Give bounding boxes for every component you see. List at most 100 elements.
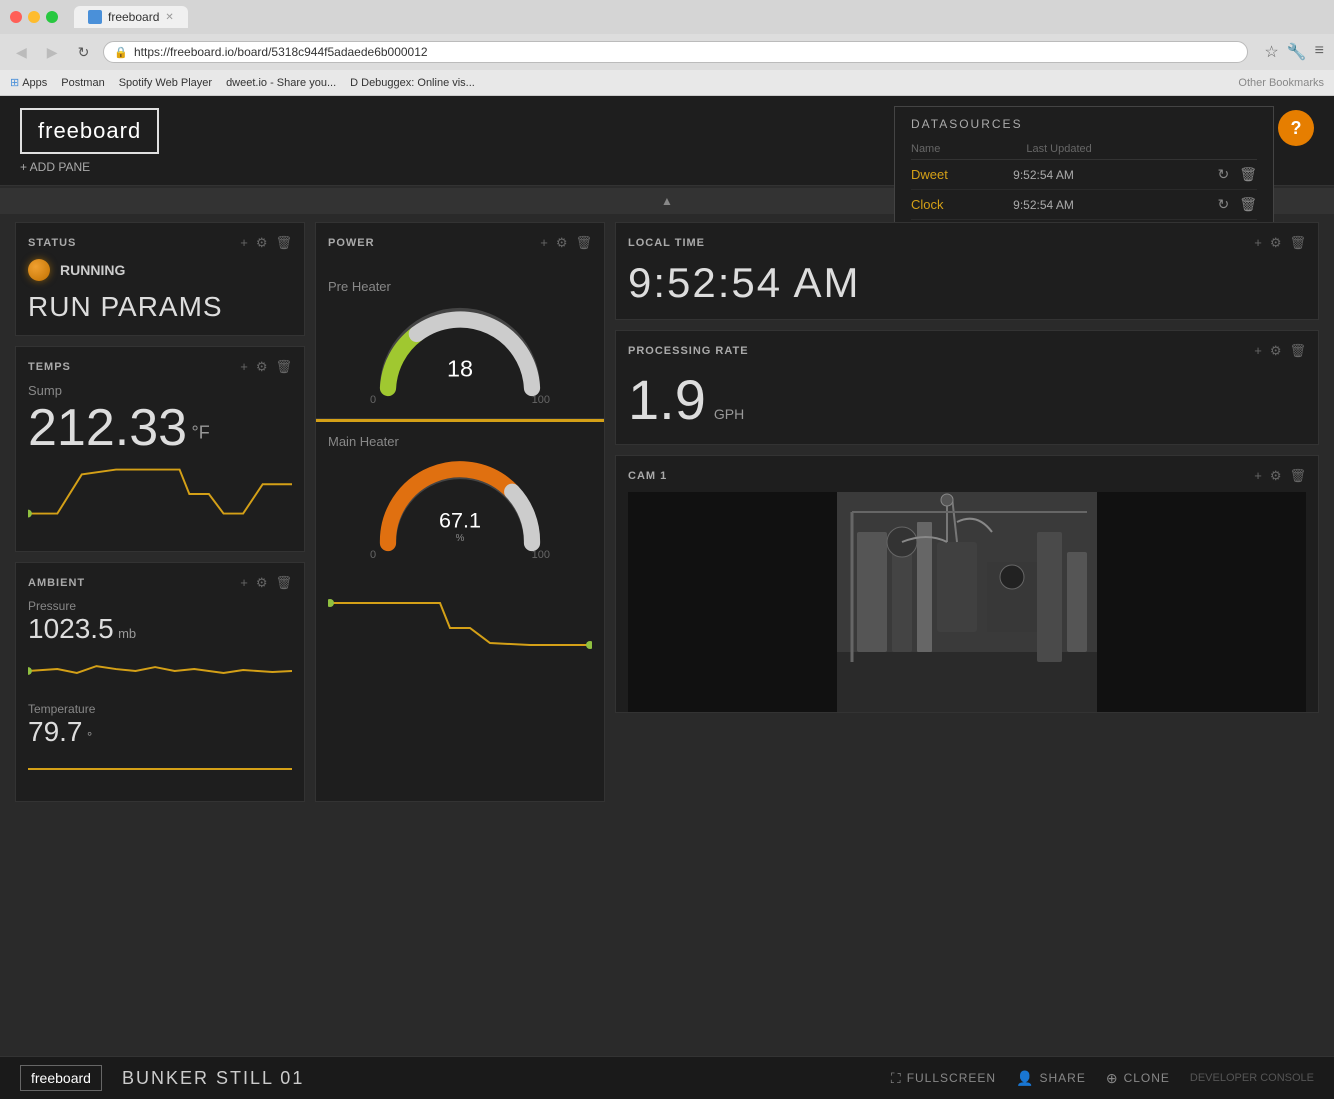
main-heater-section: Main Heater 67.1 % <box>316 422 604 573</box>
local-time-settings-icon[interactable]: ⚙ <box>1270 235 1282 251</box>
rate-unit: GPH <box>714 406 744 422</box>
pre-heater-gauge: 18 0 100 <box>328 302 592 406</box>
local-time-actions: + ⚙ 🗑 <box>1254 235 1306 251</box>
dweet-updated: 9:52:54 AM <box>1013 168 1217 182</box>
pre-heater-labels: 0 100 <box>370 394 550 406</box>
temps-settings-icon[interactable]: ⚙ <box>256 359 268 375</box>
dweet-refresh-icon[interactable]: ↻ <box>1217 166 1229 183</box>
svg-text:67.1: 67.1 <box>439 508 481 533</box>
sump-label: Sump <box>28 383 292 398</box>
cam-svg <box>628 492 1306 712</box>
bookmark-icon[interactable]: ☆ <box>1264 42 1278 62</box>
ambient-widget-header: AMBIENT + ⚙ 🗑 <box>28 575 292 591</box>
bookmark-apps[interactable]: ⊞ Apps <box>10 76 47 89</box>
menu-icon[interactable]: ≡ <box>1315 42 1324 62</box>
local-time-delete-icon[interactable]: 🗑 <box>1289 235 1306 251</box>
power-widget: POWER + ⚙ 🗑 Pre Heater <box>315 222 605 802</box>
clock-updated: 9:52:54 AM <box>1013 198 1217 212</box>
status-add-icon[interactable]: + <box>240 235 248 251</box>
clone-button[interactable]: ⊕ CLONE <box>1106 1070 1170 1087</box>
url-text: https://freeboard.io/board/5318c944f5ada… <box>134 45 428 59</box>
bottom-right: ⛶ FULLSCREEN 👤 SHARE ⊕ CLONE DEVELOPER C… <box>891 1070 1314 1087</box>
rate-add-icon[interactable]: + <box>1254 343 1262 359</box>
bookmark-spotify[interactable]: Spotify Web Player <box>119 77 212 89</box>
power-settings-icon[interactable]: ⚙ <box>556 235 568 251</box>
dweet-delete-icon[interactable]: 🗑 <box>1239 166 1257 183</box>
bookmark-dweet[interactable]: dweet.io - Share you... <box>226 77 336 89</box>
middle-column: POWER + ⚙ 🗑 Pre Heater <box>315 222 605 802</box>
dweet-name[interactable]: Dweet <box>911 167 1013 182</box>
developer-console-link[interactable]: DEVELOPER CONSOLE <box>1190 1072 1314 1084</box>
ambient-settings-icon[interactable]: ⚙ <box>256 575 268 591</box>
clock-refresh-icon[interactable]: ↻ <box>1217 196 1229 213</box>
fullscreen-button[interactable]: ⛶ FULLSCREEN <box>891 1070 996 1087</box>
cam-settings-icon[interactable]: ⚙ <box>1270 468 1282 484</box>
help-button[interactable]: ? <box>1278 110 1314 146</box>
temps-add-icon[interactable]: + <box>240 359 248 375</box>
close-window-button[interactable] <box>10 11 22 23</box>
local-time-add-icon[interactable]: + <box>1254 235 1262 251</box>
status-settings-icon[interactable]: ⚙ <box>256 235 268 251</box>
bookmark-debuggex[interactable]: D Debuggex: Online vis... <box>350 77 475 89</box>
pre-heater-min: 0 <box>370 394 376 406</box>
temps-delete-icon[interactable]: 🗑 <box>275 359 292 375</box>
dashboard-grid: STATUS + ⚙ 🗑 RUNNING RUN PARAMS TEMPS <box>15 222 1319 802</box>
other-bookmarks[interactable]: Other Bookmarks <box>1238 77 1324 89</box>
pressure-unit: mb <box>118 626 136 641</box>
ambient-temp-value: 79.7 <box>28 716 83 747</box>
processing-rate-actions: + ⚙ 🗑 <box>1254 343 1306 359</box>
power-add-icon[interactable]: + <box>540 235 548 251</box>
dweet-actions: ↻ 🗑 <box>1217 166 1257 183</box>
minimize-window-button[interactable] <box>28 11 40 23</box>
rate-settings-icon[interactable]: ⚙ <box>1270 343 1282 359</box>
clock-name[interactable]: Clock <box>911 197 1013 212</box>
pre-heater-max: 100 <box>532 394 550 406</box>
nav-icons: ☆ 🔧 ≡ <box>1264 42 1324 62</box>
ambient-delete-icon[interactable]: 🗑 <box>275 575 292 591</box>
status-running-label: RUNNING <box>60 262 125 278</box>
clone-icon: ⊕ <box>1106 1070 1119 1087</box>
cam-delete-icon[interactable]: 🗑 <box>1289 468 1306 484</box>
pressure-chart <box>28 651 292 691</box>
share-button[interactable]: 👤 SHARE <box>1016 1070 1086 1087</box>
datasource-row-clock: Clock 9:52:54 AM ↻ 🗑 <box>911 190 1257 220</box>
browser-chrome: freeboard ✕ ◀ ▶ ↻ 🔒 https://freeboard.io… <box>0 0 1334 96</box>
pressure-value: 1023.5 <box>28 613 114 644</box>
freeboard-logo: freeboard <box>20 108 159 154</box>
status-widget-header: STATUS + ⚙ 🗑 <box>28 235 292 251</box>
local-time-header: LOCAL TIME + ⚙ 🗑 <box>628 235 1306 251</box>
processing-rate-header: PROCESSING RATE + ⚙ 🗑 <box>628 343 1306 359</box>
add-pane-button[interactable]: + ADD PANE <box>20 160 159 174</box>
temps-title: TEMPS <box>28 361 71 373</box>
reload-button[interactable]: ↻ <box>72 42 96 63</box>
url-bar[interactable]: 🔒 https://freeboard.io/board/5318c944f5a… <box>103 41 1248 63</box>
status-delete-icon[interactable]: 🗑 <box>275 235 292 251</box>
tab-close-button[interactable]: ✕ <box>165 12 173 23</box>
bookmark-postman[interactable]: Postman <box>61 77 104 89</box>
power-title: POWER <box>328 237 375 249</box>
pre-heater-gauge-svg: 18 <box>370 302 550 402</box>
browser-tab[interactable]: freeboard ✕ <box>74 6 188 28</box>
main-content: STATUS + ⚙ 🗑 RUNNING RUN PARAMS TEMPS <box>0 216 1334 852</box>
extensions-icon[interactable]: 🔧 <box>1287 42 1307 62</box>
col-name-header: Name <box>911 143 1026 155</box>
local-time-widget: LOCAL TIME + ⚙ 🗑 9:52:54 AM <box>615 222 1319 320</box>
tab-favicon <box>88 10 102 24</box>
forward-button[interactable]: ▶ <box>41 42 64 63</box>
ambient-add-icon[interactable]: + <box>240 575 248 591</box>
right-column: LOCAL TIME + ⚙ 🗑 9:52:54 AM PROCESSING R… <box>615 222 1319 802</box>
rate-delete-icon[interactable]: 🗑 <box>1289 343 1306 359</box>
cam-widget: CAM 1 + ⚙ 🗑 <box>615 455 1319 713</box>
cam-add-icon[interactable]: + <box>1254 468 1262 484</box>
pressure-label: Pressure <box>28 599 292 613</box>
power-delete-icon[interactable]: 🗑 <box>575 235 592 251</box>
back-button[interactable]: ◀ <box>10 42 33 63</box>
clock-delete-icon[interactable]: 🗑 <box>1239 196 1257 213</box>
maximize-window-button[interactable] <box>46 11 58 23</box>
pre-heater-section: Pre Heater 18 0 10 <box>316 267 604 419</box>
collapse-icon: ▲ <box>661 194 673 208</box>
bottom-bar: freeboard BUNKER STILL 01 ⛶ FULLSCREEN 👤… <box>0 1056 1334 1099</box>
ambient-actions: + ⚙ 🗑 <box>240 575 292 591</box>
col-updated-header: Last Updated <box>1026 143 1257 155</box>
status-title: STATUS <box>28 237 76 249</box>
